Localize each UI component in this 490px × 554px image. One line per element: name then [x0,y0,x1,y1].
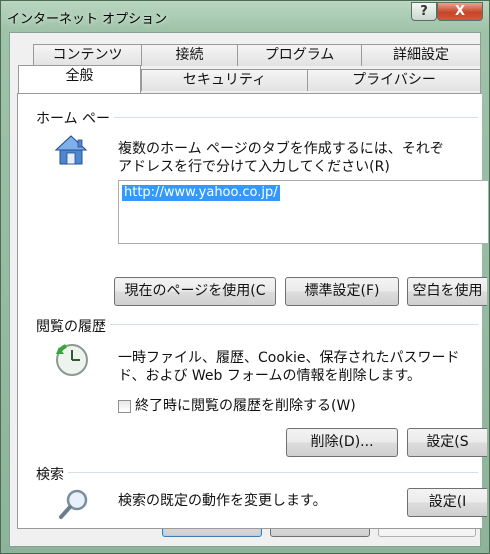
tab-contents[interactable]: コンテンツ [33,44,142,66]
title-bar[interactable]: インターネット オプション ? X [1,1,489,31]
home-description-line1: 複数のホーム ページのタブを作成するには、それぞ [118,141,444,157]
history-description-line2: ド、および Web フォームの情報を削除します。 [118,368,422,384]
tab-advanced[interactable]: 詳細設定 [361,44,481,66]
tab-general[interactable]: 全般 [18,65,141,93]
tab-privacy[interactable]: プライバシー [307,69,481,91]
history-description-line1: 一時ファイル、履歴、Cookie、保存されたパスワード [118,350,460,366]
tab-connections[interactable]: 接続 [141,44,238,66]
clock-history-icon [56,344,88,376]
browsing-history-group-label: 閲覧の履歴 [36,316,110,336]
home-page-url-value: http://www.yahoo.co.jp/ [122,185,280,201]
search-description: 検索の既定の動作を変更します。 [118,493,327,509]
delete-history-on-exit-label[interactable]: 終了時に閲覧の履歴を削除する(W) [135,397,356,415]
search-group-divider [38,472,478,473]
general-tab-panel: ホーム ペー 複数のホーム ページのタブを作成するには、それぞ アドレスを行で分… [17,93,488,529]
use-current-page-button[interactable]: 現在のページを使用(C [114,277,276,306]
delete-history-button[interactable]: 削除(D)... [286,428,398,457]
tab-programs[interactable]: プログラム [237,44,362,66]
window-title: インターネット オプション [7,12,168,27]
history-settings-button[interactable]: 設定(S [407,428,487,457]
internet-options-window: インターネット オプション ? X コンテンツ 接続 プログラム 詳細設定 全般… [0,0,490,554]
home-page-url-textarea[interactable]: http://www.yahoo.co.jp/ [118,180,488,244]
home-description-line2: アドレスを行で分けて入力してください(R) [118,159,390,175]
help-button[interactable]: ? [411,2,437,21]
use-default-button[interactable]: 標準設定(F) [285,277,399,306]
magnifier-icon [59,489,88,519]
home-page-group-label: ホーム ペー [36,108,115,128]
house-icon [54,135,88,165]
search-group-label: 検索 [36,464,68,484]
use-blank-button[interactable]: 空白を使用 [407,277,487,306]
search-settings-button[interactable]: 設定(I [407,488,487,517]
dialog-client: コンテンツ 接続 プログラム 詳細設定 全般 セキュリティ プライバシー ホーム… [9,32,488,547]
delete-history-on-exit-checkbox[interactable] [118,400,131,413]
tab-security[interactable]: セキュリティ [141,69,308,91]
close-button[interactable]: X [437,2,483,21]
